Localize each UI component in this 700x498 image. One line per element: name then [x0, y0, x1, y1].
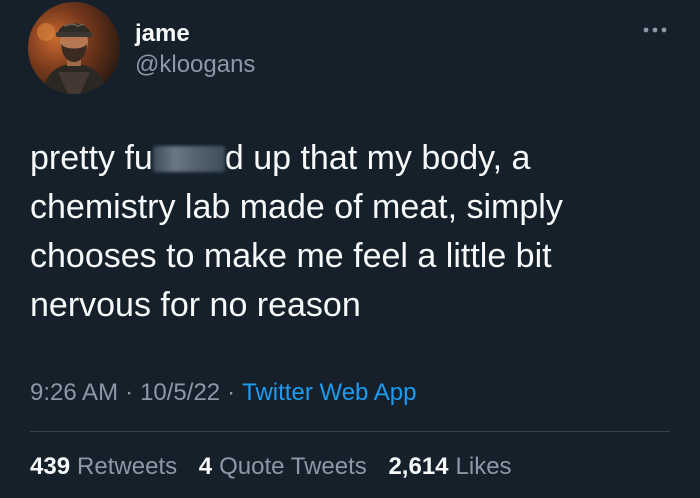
tweet-stats: 439 Retweets 4 Quote Tweets 2,614 Likes — [30, 451, 527, 483]
avatar[interactable] — [28, 2, 120, 94]
retweets-label: Retweets — [77, 453, 178, 480]
likes-count: 2,614 — [388, 453, 449, 480]
quote-tweets-count: 4 — [198, 453, 213, 480]
meta-separator: · — [125, 379, 134, 406]
quote-tweets-stat[interactable]: 4 Quote Tweets — [199, 451, 367, 483]
user-name[interactable]: jame — [135, 20, 190, 48]
divider — [30, 431, 670, 432]
tweet-text-line: chooses to make me feel a little bit — [30, 237, 552, 275]
likes-label: Likes — [455, 453, 512, 480]
more-options-button[interactable] — [640, 18, 670, 42]
tweet-card: jame @kloogans pretty fu d up that my bod… — [0, 0, 700, 498]
user-handle[interactable]: @kloogans — [135, 51, 255, 79]
avatar-image — [28, 2, 120, 94]
more-horizontal-icon — [643, 27, 667, 33]
tweet-text-segment: d up that my body, a — [224, 139, 531, 177]
tweet-time[interactable]: 9:26 AM — [30, 379, 118, 406]
tweet-source-link[interactable]: Twitter Web App — [242, 379, 416, 406]
quote-tweets-label: Quote Tweets — [219, 453, 367, 480]
tweet-meta: 9:26 AM · 10/5/22 · Twitter Web App — [30, 377, 416, 409]
retweets-count: 439 — [30, 453, 71, 480]
tweet-text-segment: pretty fu — [30, 139, 153, 177]
tweet-text-line: pretty fu d up that my body, a — [30, 134, 670, 183]
retweets-stat[interactable]: 439 Retweets — [30, 451, 177, 483]
tweet-text: pretty fu d up that my body, a chemistry … — [30, 134, 670, 330]
tweet-text-line: chemistry lab made of meat, simply — [30, 188, 563, 226]
likes-stat[interactable]: 2,614 Likes — [388, 451, 511, 483]
censor-blur — [152, 146, 225, 172]
tweet-date[interactable]: 10/5/22 — [140, 379, 220, 406]
meta-separator: · — [227, 379, 236, 406]
tweet-text-line: nervous for no reason — [30, 286, 361, 324]
